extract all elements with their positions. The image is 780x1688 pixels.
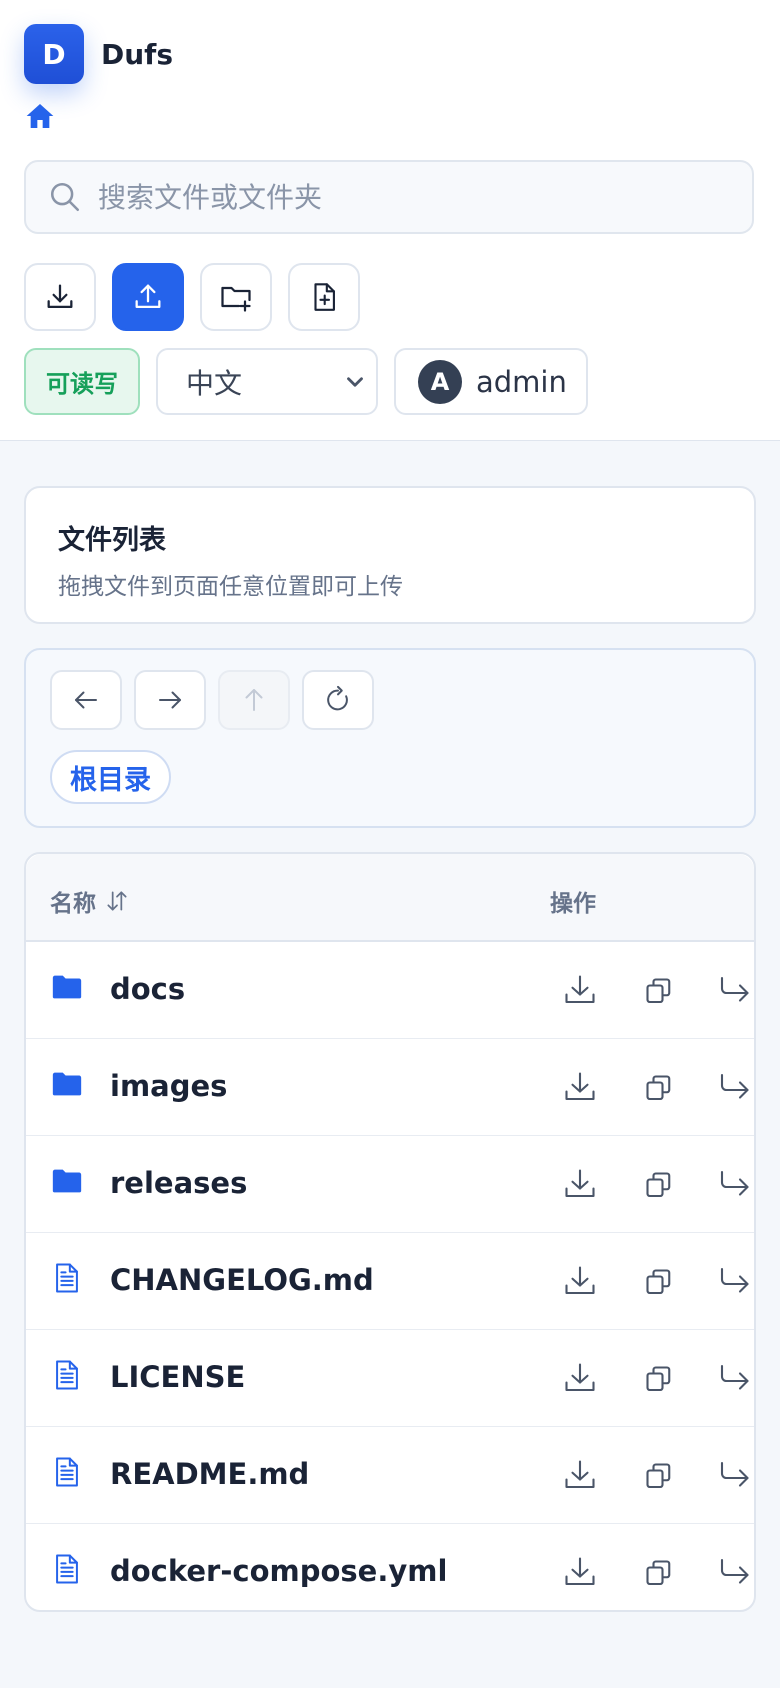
download-icon[interactable]	[562, 1360, 598, 1396]
table-row[interactable]: releases	[26, 1136, 754, 1233]
app-logo: D	[24, 24, 84, 84]
copy-icon[interactable]	[640, 1263, 676, 1299]
upload-button[interactable]	[112, 263, 184, 331]
folder-icon	[52, 975, 82, 999]
download-icon[interactable]	[562, 1554, 598, 1590]
file-name[interactable]: README.md	[110, 1457, 309, 1491]
download-icon[interactable]	[562, 1166, 598, 1202]
new-folder-button[interactable]	[200, 263, 272, 331]
sort-icon	[107, 891, 127, 911]
file-icon	[56, 1360, 78, 1390]
chevron-down-icon	[347, 376, 363, 387]
toolbar	[24, 263, 376, 331]
file-name[interactable]: images	[110, 1069, 227, 1103]
navigation-card: 根目录	[24, 648, 756, 828]
app-header: D Dufs 搜索文件或文件夹 可读写 中文 A admin	[0, 0, 780, 441]
user-menu[interactable]: A admin	[394, 348, 588, 415]
refresh-icon	[327, 685, 348, 711]
new-file-button[interactable]	[288, 263, 360, 331]
move-icon[interactable]	[716, 1069, 752, 1105]
copy-icon[interactable]	[640, 1166, 676, 1202]
search-input[interactable]	[96, 179, 700, 215]
table-row[interactable]: docker-compose.yml	[26, 1524, 754, 1610]
table-row[interactable]: README.md	[26, 1427, 754, 1524]
download-icon[interactable]	[562, 1457, 598, 1493]
forward-button[interactable]	[134, 670, 206, 730]
search-box[interactable]	[24, 160, 754, 234]
app-title: Dufs	[101, 37, 174, 71]
file-name[interactable]: docker-compose.yml	[110, 1554, 447, 1588]
breadcrumb-root[interactable]: 根目录	[50, 750, 171, 804]
file-icon	[56, 1554, 78, 1584]
arrow-right-icon	[159, 691, 181, 709]
page-subtitle: 拖拽文件到页面任意位置即可上传	[58, 574, 403, 600]
folder-icon	[52, 1072, 82, 1096]
copy-icon[interactable]	[640, 1360, 676, 1396]
brand[interactable]: D Dufs	[24, 24, 173, 84]
table-row[interactable]: docs	[26, 942, 754, 1039]
folder-plus-icon	[221, 286, 251, 312]
download-icon[interactable]	[562, 1263, 598, 1299]
refresh-button[interactable]	[302, 670, 374, 730]
move-icon[interactable]	[716, 1554, 752, 1590]
column-actions-header: 操作	[550, 891, 596, 917]
move-icon[interactable]	[716, 1360, 752, 1396]
page-title: 文件列表	[58, 525, 166, 556]
meta-row: 可读写 中文 A admin	[24, 348, 588, 415]
upload-icon	[135, 284, 161, 309]
table-header: 名称 操作	[26, 854, 754, 942]
nav-buttons	[50, 670, 386, 730]
download-button[interactable]	[24, 263, 96, 331]
move-icon[interactable]	[716, 1263, 752, 1299]
file-icon	[56, 1457, 78, 1487]
file-table: 名称 操作 docs images releases CHANGELOG.md …	[24, 852, 756, 1612]
folder-icon	[52, 1169, 82, 1193]
copy-icon[interactable]	[640, 972, 676, 1008]
permission-badge: 可读写	[24, 348, 140, 415]
file-icon	[56, 1263, 78, 1293]
table-row[interactable]: CHANGELOG.md	[26, 1233, 754, 1330]
arrow-up-icon	[245, 689, 263, 711]
file-name[interactable]: releases	[110, 1166, 247, 1200]
username: admin	[476, 364, 567, 399]
download-icon[interactable]	[562, 1069, 598, 1105]
language-select[interactable]: 中文	[156, 348, 378, 415]
column-name-label: 名称	[50, 891, 96, 917]
column-name-header[interactable]: 名称	[50, 884, 130, 918]
home-icon[interactable]	[24, 100, 56, 132]
copy-icon[interactable]	[640, 1457, 676, 1493]
file-rows: docs images releases CHANGELOG.md LICENS…	[26, 942, 754, 1610]
table-row[interactable]: LICENSE	[26, 1330, 754, 1427]
move-icon[interactable]	[716, 1457, 752, 1493]
copy-icon[interactable]	[640, 1069, 676, 1105]
language-selected: 中文	[186, 366, 243, 400]
back-button[interactable]	[50, 670, 122, 730]
table-row[interactable]: images	[26, 1039, 754, 1136]
file-name[interactable]: LICENSE	[110, 1360, 245, 1394]
copy-icon[interactable]	[640, 1554, 676, 1590]
intro-card: 文件列表 拖拽文件到页面任意位置即可上传	[24, 486, 756, 624]
file-plus-icon	[314, 283, 335, 311]
file-name[interactable]: CHANGELOG.md	[110, 1263, 374, 1297]
arrow-left-icon	[75, 691, 97, 709]
download-icon[interactable]	[562, 972, 598, 1008]
file-name[interactable]: docs	[110, 972, 185, 1006]
move-icon[interactable]	[716, 972, 752, 1008]
search-icon	[50, 182, 80, 212]
up-button[interactable]	[218, 670, 290, 730]
move-icon[interactable]	[716, 1166, 752, 1202]
download-icon	[47, 284, 73, 309]
avatar: A	[418, 359, 462, 404]
